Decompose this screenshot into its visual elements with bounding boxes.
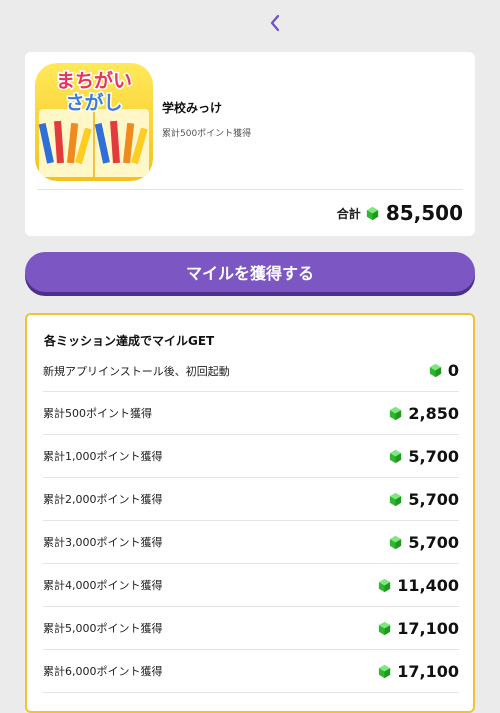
mission-row: 累計5,000ポイント獲得 17,100: [43, 607, 459, 650]
gem-icon: [390, 492, 402, 506]
gem-icon: [390, 535, 402, 549]
mission-value: 11,400: [397, 575, 459, 595]
mission-row: 新規アプリインストール後、初回起動 0: [43, 350, 459, 392]
gem-icon: [390, 406, 402, 420]
total-label: 合計: [336, 206, 361, 221]
svg-text:さがし: さがし: [65, 91, 122, 114]
divider: [37, 189, 463, 190]
mission-row: 累計500ポイント獲得 2,850: [43, 392, 459, 435]
mission-value: 5,700: [408, 489, 459, 509]
svg-text:まちがい: まちがい: [56, 69, 132, 92]
gem-icon: [379, 578, 391, 592]
mission-row: 累計6,000ポイント獲得 17,100: [43, 650, 459, 693]
gem-icon: [379, 621, 391, 635]
mission-reward: 2,850: [388, 404, 459, 423]
app-card: まちがい さがし 学校みっけ 累計500ポイント獲得 合計 85,500: [25, 52, 475, 236]
mission-label: 累計1,000ポイント獲得: [43, 450, 163, 463]
total-value: 85,500: [385, 201, 463, 225]
mission-reward: 5,700: [388, 490, 459, 509]
mission-row: 累計2,000ポイント獲得 5,700: [43, 478, 459, 521]
gem-icon: [379, 664, 391, 678]
mission-reward: 5,700: [388, 533, 459, 552]
get-miles-button[interactable]: マイルを獲得する: [25, 252, 475, 292]
mission-label: 累計5,000ポイント獲得: [43, 622, 163, 635]
mission-value: 5,700: [408, 446, 459, 466]
mission-card: 各ミッション達成でマイルGET 新規アプリインストール後、初回起動 0 累計50…: [25, 313, 475, 713]
app-icon[interactable]: まちがい さがし: [35, 63, 153, 181]
mission-title: 各ミッション達成でマイルGET: [44, 334, 215, 348]
mission-value: 17,100: [397, 661, 459, 681]
chevron-left-icon: [270, 14, 280, 32]
mission-label: 累計2,000ポイント獲得: [43, 493, 163, 506]
mission-list: 新規アプリインストール後、初回起動 0 累計500ポイント獲得 2,850 累計…: [43, 350, 459, 693]
app-name: 学校みっけ: [162, 101, 223, 115]
gem-icon: [390, 449, 402, 463]
mission-reward: 11,400: [377, 576, 459, 595]
mission-value: 5,700: [408, 532, 459, 552]
cta-container: マイルを獲得する: [25, 252, 475, 296]
mission-reward: 17,100: [377, 619, 459, 638]
gem-icon: [366, 206, 378, 220]
mission-value: 2,850: [408, 403, 459, 423]
mission-label: 累計6,000ポイント獲得: [43, 665, 163, 678]
app-subtitle: 累計500ポイント獲得: [162, 129, 252, 139]
app-icon-image: まちがい さがし: [35, 63, 153, 181]
mission-reward: 5,700: [388, 447, 459, 466]
top-bar: [0, 0, 500, 46]
mission-label: 累計500ポイント獲得: [43, 407, 152, 420]
mission-row: 累計3,000ポイント獲得 5,700: [43, 521, 459, 564]
back-button[interactable]: [262, 10, 288, 36]
mission-row: 累計4,000ポイント獲得 11,400: [43, 564, 459, 607]
mission-reward: 17,100: [377, 662, 459, 681]
mission-reward: 0: [428, 361, 459, 380]
mission-label: 新規アプリインストール後、初回起動: [43, 364, 230, 378]
mission-label: 累計4,000ポイント獲得: [43, 579, 163, 592]
gem-icon: [429, 363, 441, 378]
mission-row: 累計1,000ポイント獲得 5,700: [43, 435, 459, 478]
mission-value: 0: [447, 361, 459, 380]
mission-label: 累計3,000ポイント獲得: [43, 536, 163, 549]
mission-value: 17,100: [397, 618, 459, 638]
total-row: 合計 85,500: [337, 198, 463, 228]
